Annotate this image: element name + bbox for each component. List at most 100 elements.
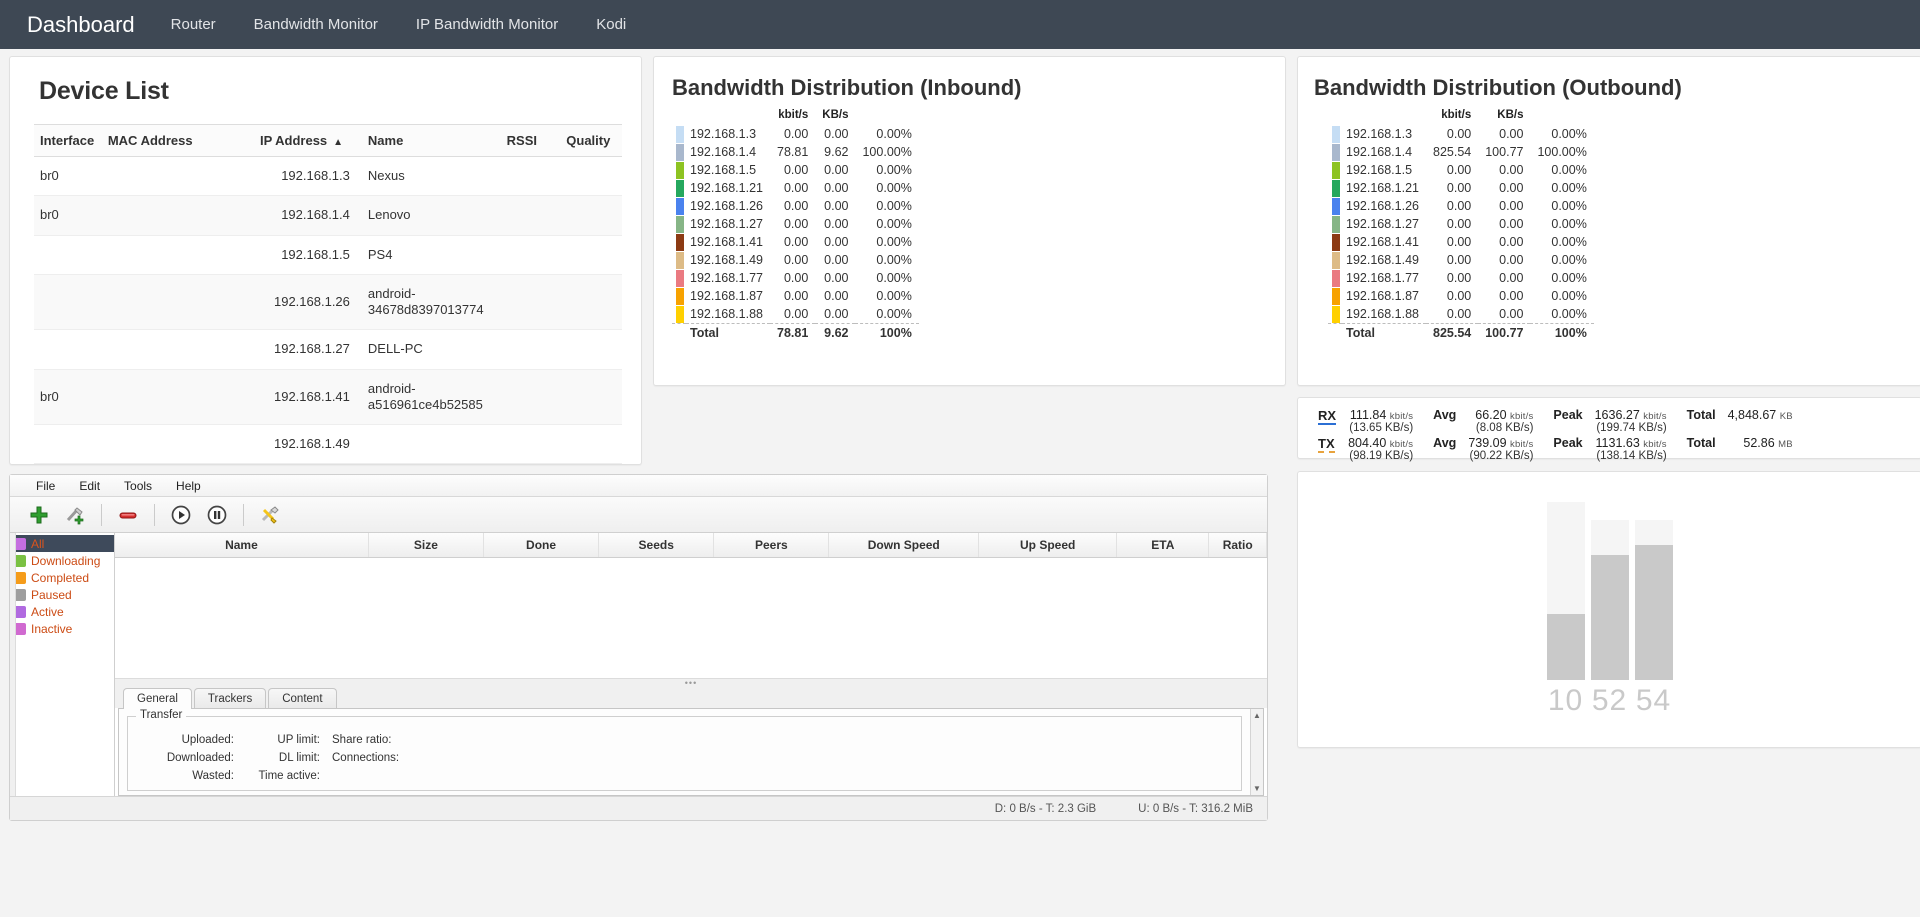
- column-header-ip-address[interactable]: IP Address ▲: [253, 124, 362, 157]
- tx-peak-sub: (138.14 KB/s): [1596, 450, 1667, 462]
- table-row[interactable]: 192.168.1.27 DELL-PC: [34, 329, 622, 370]
- table-row[interactable]: 192.168.1.26 android-34678d8397013774: [34, 274, 622, 331]
- outbound-cell-ip: 192.168.1.5: [1346, 163, 1413, 177]
- remove-torrent-icon[interactable]: [111, 500, 145, 530]
- column-header-name[interactable]: Name: [361, 124, 501, 157]
- tx-current-value: 804.40: [1348, 436, 1387, 450]
- menu-tools[interactable]: Tools: [112, 475, 164, 497]
- torrent-grid: Name Size Done Seeds Peers Down Speed Up Speed…: [115, 533, 1267, 558]
- transfer-info-table: Uploaded: UP limit: Share ratio: Downloaded…: [128, 731, 436, 785]
- bandwidth-outbound-table: kbit/s KB/s 192.168.1.3 0.00 0.00 0.00% 192.…: [1328, 107, 1594, 342]
- options-icon[interactable]: [253, 500, 287, 530]
- torrent-filter-sidebar: All Downloading Completed Paused Active Inact…: [10, 533, 115, 796]
- menu-help[interactable]: Help: [164, 475, 213, 497]
- scroll-down-arrow-icon[interactable]: ▼: [1253, 784, 1261, 793]
- inbound-cell-percent: 0.00%: [876, 307, 912, 321]
- column-header-quality[interactable]: Quality: [560, 124, 622, 157]
- outbound-cell-kbits: 0.00: [1446, 235, 1472, 249]
- torrent-grid-header-row: Name Size Done Seeds Peers Down Speed Up Speed…: [115, 533, 1267, 558]
- table-row: 192.168.1.88 0.00 0.00 0.00%: [672, 305, 919, 324]
- table-row: 192.168.1.5 0.00 0.00 0.00%: [672, 161, 919, 179]
- torrent-column-eta[interactable]: ETA: [1116, 533, 1210, 558]
- nav-item-kodi[interactable]: Kodi: [577, 0, 645, 49]
- table-row[interactable]: 192.168.1.5 PS4: [34, 235, 622, 275]
- table-row[interactable]: 192.168.1.49: [34, 424, 622, 465]
- inbound-cell-kbits: 0.00: [783, 181, 809, 195]
- bar-fill: [1634, 545, 1673, 680]
- cell-interface: [34, 424, 102, 465]
- inbound-cell-percent: 0.00%: [876, 289, 912, 303]
- color-swatch: [672, 269, 686, 287]
- column-left: Device List Interface MAC Address IP Add…: [9, 56, 1268, 821]
- torrent-column-done[interactable]: Done: [483, 533, 600, 558]
- torrent-column-size[interactable]: Size: [368, 533, 484, 558]
- table-row: 192.168.1.77 0.00 0.00 0.00%: [672, 269, 919, 287]
- table-row: 192.168.1.3 0.00 0.00 0.00%: [1328, 125, 1594, 143]
- color-swatch: [672, 251, 686, 269]
- menu-edit[interactable]: Edit: [67, 475, 112, 497]
- cell-interface: br0: [34, 156, 102, 197]
- cell-ip-address: 192.168.1.26: [253, 274, 362, 331]
- torrent-column-seeds[interactable]: Seeds: [598, 533, 715, 558]
- table-row: 192.168.1.26 0.00 0.00 0.00%: [1328, 197, 1594, 215]
- cell-mac-address: [101, 235, 254, 275]
- rx-peak-sub: (199.74 KB/s): [1596, 422, 1667, 434]
- torrent-column-ratio[interactable]: Ratio: [1208, 533, 1267, 558]
- torrent-column-down-speed[interactable]: Down Speed: [828, 533, 980, 558]
- inbound-cell-ip: 192.168.1.88: [690, 307, 763, 321]
- pause-torrent-icon[interactable]: [200, 500, 234, 530]
- column-header-rssi[interactable]: RSSI: [500, 124, 561, 157]
- nav-brand-dashboard[interactable]: Dashboard: [10, 0, 152, 49]
- tab-general[interactable]: General: [123, 688, 192, 709]
- filter-active[interactable]: Active: [10, 603, 114, 620]
- add-torrent-icon[interactable]: [22, 500, 56, 530]
- inbound-cell-kbits: 0.00: [783, 307, 809, 321]
- cell-device-name: [361, 424, 501, 465]
- tx-total-cell: 52.86 MB: [1722, 435, 1799, 463]
- inbound-cell-percent: 0.00%: [876, 181, 912, 195]
- tx-total-value: 52.86: [1743, 436, 1775, 450]
- tab-content[interactable]: Content: [268, 688, 337, 709]
- bar-chart-labels: 10 52 54: [1547, 684, 1673, 718]
- torrent-column-name[interactable]: Name: [115, 533, 369, 558]
- outbound-cell-kbytes: 0.00: [1499, 253, 1524, 267]
- cell-ip-address: 192.168.1.4: [253, 195, 362, 236]
- detail-vertical-scrollbar[interactable]: ▲ ▼: [1250, 709, 1263, 795]
- table-row[interactable]: br0 192.168.1.4 Lenovo: [34, 195, 622, 236]
- rx-current-cell: 111.84 kbit/s (13.65 KB/s): [1342, 407, 1419, 435]
- nav-item-router[interactable]: Router: [152, 0, 235, 49]
- filter-completed[interactable]: Completed: [10, 569, 114, 586]
- bandwidth-inbound-table: kbit/s KB/s 192.168.1.3 0.00 0.00 0.00% 192.…: [672, 107, 919, 342]
- torrent-splitter-handle[interactable]: •••: [115, 678, 1267, 688]
- transfer-field-label: Uploaded:: [181, 734, 234, 746]
- bandwidth-bar-chart-panel: 10 52 54: [1297, 471, 1920, 748]
- bar-chart-bars: [1546, 501, 1673, 680]
- column-header-mac-address[interactable]: MAC Address: [101, 124, 254, 157]
- torrent-grid-empty-area[interactable]: [115, 558, 1267, 678]
- column-header-interface[interactable]: Interface: [34, 124, 102, 157]
- tx-total-unit: MB: [1778, 439, 1793, 450]
- torrent-detail-pane: Transfer Uploaded: UP limit: Share ratio: D…: [118, 708, 1264, 796]
- filter-inactive[interactable]: Inactive: [10, 620, 114, 637]
- add-torrent-link-icon[interactable]: [58, 500, 92, 530]
- torrent-detail-tabs: General Trackers Content: [115, 687, 1267, 709]
- table-row[interactable]: br0 192.168.1.3 Nexus: [34, 156, 622, 197]
- torrent-column-peers[interactable]: Peers: [713, 533, 830, 558]
- start-torrent-icon[interactable]: [164, 500, 198, 530]
- nav-item-bandwidth-monitor[interactable]: Bandwidth Monitor: [235, 0, 397, 49]
- table-row[interactable]: br0 192.168.1.41 android-a516961ce4b52585: [34, 369, 622, 425]
- inbound-cell-percent: 0.00%: [876, 163, 912, 177]
- scroll-up-arrow-icon[interactable]: ▲: [1253, 711, 1261, 720]
- filter-downloading[interactable]: Downloading: [10, 552, 114, 569]
- nav-item-ip-bandwidth-monitor[interactable]: IP Bandwidth Monitor: [397, 0, 577, 49]
- torrent-column-up-speed[interactable]: Up Speed: [978, 533, 1118, 558]
- tab-trackers[interactable]: Trackers: [193, 688, 267, 709]
- filter-all[interactable]: All: [10, 535, 114, 552]
- transfer-field-row: Wasted: Time active:: [128, 767, 436, 785]
- filter-paused[interactable]: Paused: [10, 586, 114, 603]
- inbound-cell-kbits: 0.00: [783, 127, 809, 141]
- transfer-field-label: [326, 767, 436, 785]
- inbound-cell-kbytes: 0.00: [824, 289, 849, 303]
- torrent-list-container: Name Size Done Seeds Peers Down Speed Up Speed…: [115, 533, 1267, 678]
- menu-file[interactable]: File: [24, 475, 67, 497]
